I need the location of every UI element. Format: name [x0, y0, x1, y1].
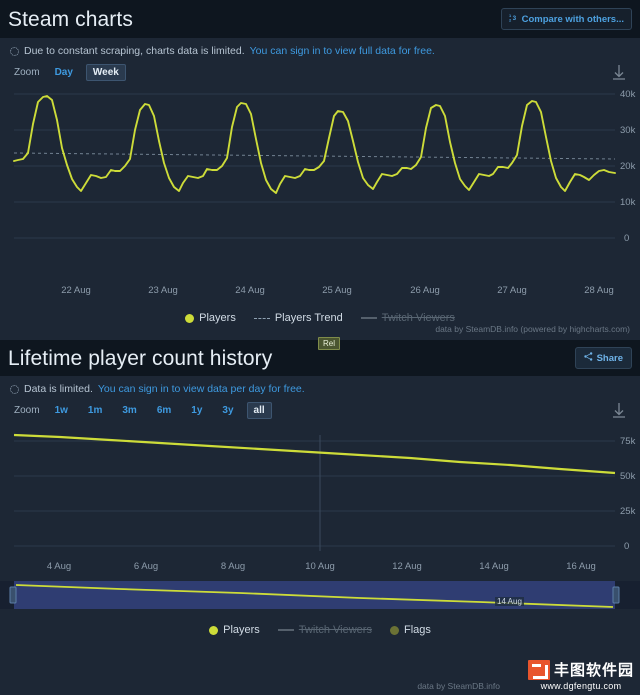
players-dot-icon — [185, 313, 195, 323]
twitch-line-icon — [360, 317, 377, 319]
loading-spinner-icon — [10, 46, 19, 56]
page-title: Steam charts — [8, 7, 133, 31]
chart1-range-selector: Zoom Day Week — [0, 61, 640, 83]
chart2-xtick: 6 Aug — [134, 561, 158, 572]
chart2-xaxis: 4 Aug 6 Aug 8 Aug 10 Aug 12 Aug 14 Aug 1… — [47, 561, 596, 572]
chart1-xtick: 26 Aug — [410, 285, 440, 296]
trend-dash-icon — [253, 317, 270, 319]
chart2-zoom-label: Zoom — [14, 405, 40, 416]
lifetime-history-panel: Data is limited. You can sign in to view… — [0, 337, 640, 695]
chart2-flag-label: Rel — [323, 339, 336, 348]
chart2-navigator[interactable]: 14 Aug — [0, 579, 640, 611]
lifetime-history-title: Lifetime player count history — [8, 346, 273, 370]
chart2-credit: data by SteamDB.info — [417, 681, 500, 691]
chart1-xtick: 23 Aug — [148, 285, 178, 296]
chart1-ytick: 30k — [620, 125, 636, 136]
players-dot-icon-2 — [209, 625, 219, 635]
chart1-legend-twitch-label: Twitch Viewers — [381, 312, 455, 324]
chart1-ytick: 10k — [620, 197, 636, 208]
chart2-xtick: 8 Aug — [221, 561, 245, 572]
compare-with-others-button[interactable]: 1 2 3 Compare with others... — [500, 8, 632, 30]
svg-text:3: 3 — [512, 15, 516, 22]
chart2-legend-players-label: Players — [223, 624, 260, 636]
chart1-range-day[interactable]: Day — [48, 64, 80, 81]
chart2-range-1w[interactable]: 1w — [48, 402, 75, 419]
chart1-svg: 40k 30k 20k 10k 0 — [13, 89, 636, 244]
chart2-range-all[interactable]: all — [246, 402, 272, 419]
chart2-range-3y[interactable]: 3y — [215, 402, 240, 419]
svg-text:2: 2 — [509, 18, 512, 22]
chart2-range-3m[interactable]: 3m — [115, 402, 143, 419]
chart1-legend-trend-label: Players Trend — [274, 312, 343, 324]
steam-charts-page: Steam charts 1 2 3 Compare with others..… — [0, 0, 640, 695]
chart2-xtick: 10 Aug — [305, 561, 335, 572]
chart2-ytick: 0 — [624, 541, 629, 552]
chart1-xtick: 24 Aug — [235, 285, 265, 296]
chart1-ytick: 20k — [620, 161, 636, 172]
chart1-xtick: 25 Aug — [322, 285, 352, 296]
lifetime-signin-link[interactable]: You can sign in to view data per day for… — [98, 383, 305, 395]
chart2-range-selector: Zoom 1w 1m 3m 6m 1y 3y all — [0, 399, 640, 421]
charts-signin-link[interactable]: You can sign in to view full data for fr… — [250, 45, 435, 57]
chart2-ytick: 25k — [620, 506, 636, 517]
chart2-release-flag[interactable]: Rel — [318, 337, 341, 350]
navigator-left-handle — [9, 586, 17, 604]
chart2-range-1m[interactable]: 1m — [81, 402, 109, 419]
share-label: Share — [596, 352, 623, 364]
chart1-legend-players-label: Players — [199, 312, 236, 324]
chart2-xtick: 12 Aug — [392, 561, 422, 572]
chart1-xtick: 27 Aug — [497, 285, 527, 296]
chart2-legend-twitch-viewers[interactable]: Twitch Viewers — [277, 624, 372, 636]
chart1-ytick: 0 — [624, 233, 629, 244]
chart2-xtick: 14 Aug — [479, 561, 509, 572]
chart2-gridlines — [14, 440, 615, 547]
chart2-svg: 75k 50k 25k 0 — [13, 433, 636, 552]
chart2-legend-twitch-label: Twitch Viewers — [298, 624, 372, 636]
chart2-xtick: 16 Aug — [566, 561, 596, 572]
chart1-range-week[interactable]: Week — [85, 64, 126, 81]
chart2-range-6m[interactable]: 6m — [150, 402, 178, 419]
steam-charts-header: Steam charts 1 2 3 Compare with others..… — [0, 0, 640, 38]
loading-spinner-icon-2 — [10, 384, 19, 394]
navigator-right-handle — [612, 586, 620, 604]
chart1-xaxis: 22 Aug 23 Aug 24 Aug 25 Aug 26 Aug 27 Au… — [61, 285, 614, 296]
steam-charts-panel: Due to constant scraping, charts data is… — [0, 38, 640, 340]
chart2-ytick-labels: 75k 50k 25k 0 — [620, 436, 636, 552]
lifetime-notice-text: Data is limited. — [24, 383, 93, 395]
charts-notice-text: Due to constant scraping, charts data is… — [24, 45, 245, 57]
compare-with-others-label: Compare with others... — [521, 13, 624, 25]
chart2-legend: Players Twitch Viewers Flags — [0, 619, 640, 641]
twitch-line-icon-2 — [277, 629, 294, 631]
chart2-legend-players[interactable]: Players — [209, 624, 260, 636]
chart2-ytick: 75k — [620, 436, 636, 447]
chart1-players-line — [13, 95, 616, 194]
chart1-legend-players[interactable]: Players — [185, 312, 236, 324]
chart2-legend-flags[interactable]: Flags — [389, 624, 431, 636]
chart1-zoom-label: Zoom — [14, 67, 40, 78]
navigator-date-label: 14 Aug — [495, 597, 524, 606]
share-icon — [583, 352, 593, 364]
chart1-legend-twitch-viewers[interactable]: Twitch Viewers — [360, 312, 455, 324]
chart2-xtick: 4 Aug — [47, 561, 71, 572]
chart2-ytick: 50k — [620, 471, 636, 482]
chart1-credit: data by SteamDB.info (powered by highcha… — [435, 324, 630, 334]
share-button[interactable]: Share — [574, 347, 632, 369]
navigator-selection — [14, 581, 615, 609]
lifetime-limited-notice: Data is limited. You can sign in to view… — [0, 376, 640, 399]
chart1-xtick: 22 Aug — [61, 285, 91, 296]
chart1-xtick: 28 Aug — [584, 285, 614, 296]
chart1-plot[interactable]: 40k 30k 20k 10k 0 22 Aug 23 Aug 24 Aug 2… — [0, 83, 640, 303]
compare-icon: 1 2 3 — [509, 13, 518, 25]
chart1-trend-line — [13, 152, 616, 160]
chart2-plot[interactable]: 75k 50k 25k 0 Rel 4 Aug 6 Aug 8 Aug 10 A… — [0, 337, 640, 579]
chart1-ytick-labels: 40k 30k 20k 10k 0 — [620, 89, 636, 244]
chart2-navigator-svg[interactable] — [0, 579, 640, 611]
charts-limited-notice: Due to constant scraping, charts data is… — [0, 38, 640, 61]
chart2-legend-flags-label: Flags — [403, 624, 431, 636]
chart1-legend-players-trend[interactable]: Players Trend — [253, 312, 343, 324]
chart1-ytick: 40k — [620, 89, 636, 100]
chart2-range-1y[interactable]: 1y — [184, 402, 209, 419]
navigator-date-text: 14 Aug — [497, 597, 522, 606]
flags-dot-icon — [389, 625, 399, 635]
